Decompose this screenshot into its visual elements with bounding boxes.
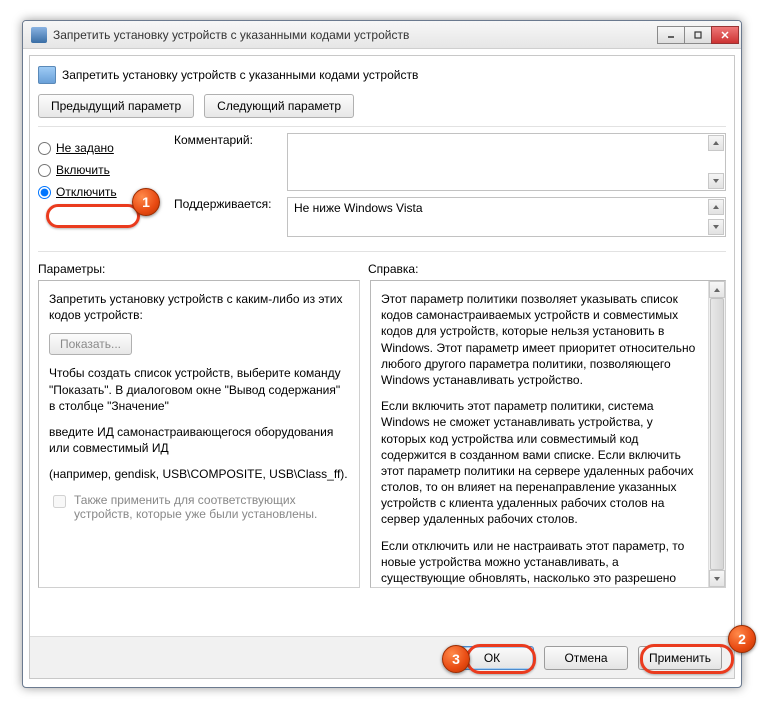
policy-title: Запретить установку устройств с указанны…: [62, 68, 418, 82]
scroll-up-icon[interactable]: [709, 281, 725, 298]
maximize-button[interactable]: [684, 26, 712, 44]
previous-setting-button[interactable]: Предыдущий параметр: [38, 94, 194, 118]
window-title: Запретить установку устройств с указанны…: [53, 28, 658, 42]
scroll-thumb[interactable]: [710, 298, 724, 570]
ok-button[interactable]: ОК: [450, 646, 534, 670]
options-panel: Запретить установку устройств с каким-ли…: [38, 280, 360, 588]
client-area: Запретить установку устройств с указанны…: [29, 55, 735, 679]
scroll-down-icon[interactable]: [708, 173, 724, 189]
comment-label: Комментарий:: [174, 133, 279, 147]
radio-enabled[interactable]: Включить: [38, 159, 164, 181]
also-apply-checkbox-row: Также применить для соответствующих устр…: [49, 493, 349, 521]
help-panel: Этот параметр политики позволяет указыва…: [370, 280, 726, 588]
help-label: Справка:: [368, 262, 418, 276]
next-setting-button[interactable]: Следующий параметр: [204, 94, 354, 118]
options-label: Параметры:: [38, 262, 368, 276]
scroll-up-icon[interactable]: [708, 199, 724, 215]
close-button[interactable]: [711, 26, 739, 44]
apply-button[interactable]: Применить: [638, 646, 722, 670]
comment-textbox[interactable]: [287, 133, 726, 191]
scroll-down-icon[interactable]: [708, 219, 724, 235]
titlebar[interactable]: Запретить установку устройств с указанны…: [23, 21, 741, 49]
radio-not-configured[interactable]: Не задано: [38, 137, 164, 159]
policy-icon: [38, 66, 56, 84]
cancel-button[interactable]: Отмена: [544, 646, 628, 670]
show-button: Показать...: [49, 333, 132, 355]
supported-label: Поддерживается:: [174, 197, 279, 211]
state-radio-group: Не задано Включить Отключить: [38, 133, 164, 243]
radio-disabled[interactable]: Отключить: [38, 181, 164, 203]
window-icon: [31, 27, 47, 43]
policy-editor-window: Запретить установку устройств с указанны…: [22, 20, 742, 688]
help-scrollbar[interactable]: [708, 281, 725, 587]
scroll-down-icon[interactable]: [709, 570, 725, 587]
minimize-button[interactable]: [657, 26, 685, 44]
scroll-up-icon[interactable]: [708, 135, 724, 151]
also-apply-checkbox: [53, 495, 66, 508]
dialog-button-bar: ОК Отмена Применить: [30, 636, 734, 678]
supported-textbox: Не ниже Windows Vista: [287, 197, 726, 237]
